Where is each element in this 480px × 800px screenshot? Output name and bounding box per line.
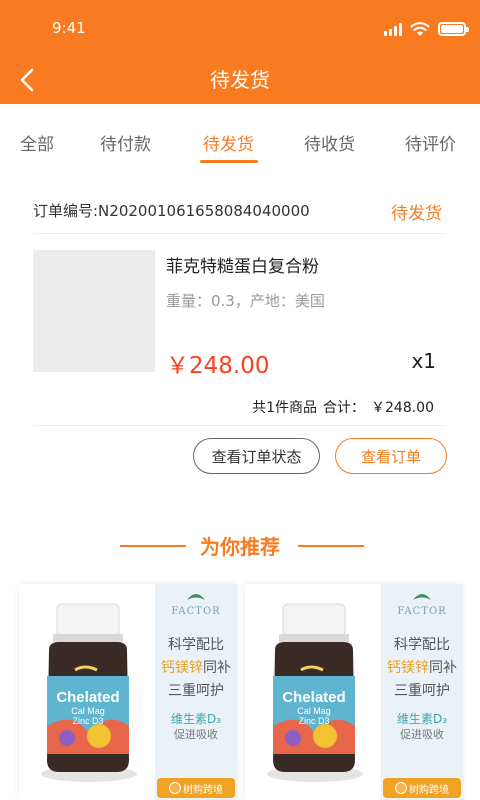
status-time: 9:41 (52, 19, 86, 37)
tab-pending-receipt[interactable]: 待收货 (304, 130, 355, 155)
promo-line: 促进吸收 (400, 728, 444, 741)
svg-text:Cal Mag: Cal Mag (71, 706, 105, 716)
total-value: ￥248.00 (371, 400, 434, 416)
promo-line: 维生素D₃ (396, 712, 448, 726)
order-number: 订单编号:N202001061658084040000 (33, 202, 310, 220)
tab-pending-payment[interactable]: 待付款 (100, 130, 151, 155)
badge-icon (169, 782, 181, 794)
leaf-logo-icon (413, 594, 431, 600)
section-divider-right (298, 545, 364, 547)
status-bar: 9:41 (0, 0, 480, 56)
brand-name: FACTOR (397, 606, 447, 617)
product-quantity: x1 (411, 349, 436, 373)
badge-text: 树购跨境 (183, 784, 223, 796)
order-status: 待发货 (391, 204, 442, 224)
product-price: ￥248.00 (166, 353, 270, 379)
promo-line: 钙镁锌同补 (381, 657, 463, 677)
badge-icon (395, 782, 407, 794)
svg-text:Cal Mag: Cal Mag (297, 706, 331, 716)
tab-pending-review[interactable]: 待评价 (405, 130, 456, 155)
promo-text: 同补 (429, 660, 457, 676)
order-tabs: 全部 待付款 待发货 待收货 待评价 (0, 104, 480, 168)
leaf-logo-icon (187, 594, 205, 600)
signal-icon (384, 22, 402, 36)
status-icons (384, 20, 469, 38)
product-spec: 重量：0.3，产地：美国 (166, 292, 325, 310)
view-order-status-button[interactable]: 查看订单状态 (193, 438, 320, 474)
svg-text:Zinc D3: Zinc D3 (298, 716, 329, 726)
recommend-title: 为你推荐 (200, 535, 280, 559)
promo-line: 促进吸收 (174, 728, 218, 741)
svg-text:Zinc D3: Zinc D3 (72, 716, 103, 726)
tab-pending-shipment[interactable]: 待发货 (203, 130, 254, 155)
view-order-button[interactable]: 查看订单 (335, 438, 447, 474)
page-title: 待发货 (210, 68, 270, 92)
promo-line: 科学配比 (394, 637, 450, 653)
order-total: 共1件商品 合计： ￥248.00 (246, 397, 434, 417)
total-label: 合计： (323, 400, 365, 416)
recommend-card[interactable]: Chelated Cal Mag Zinc D3 FACTOR 科学配比 钙镁锌… (19, 584, 237, 800)
badge-text: 树购跨境 (409, 784, 449, 796)
svg-text:Chelated: Chelated (282, 689, 345, 706)
promo-panel: FACTOR 科学配比 钙镁锌同补 三重呵护 维生素D₃ 促进吸收 树购跨境 (381, 584, 463, 800)
divider (33, 233, 445, 234)
active-tab-indicator (200, 160, 258, 163)
promo-highlight: 钙镁锌 (387, 660, 429, 676)
brand-name: FACTOR (171, 606, 221, 617)
promo-panel: FACTOR 科学配比 钙镁锌同补 三重呵护 维生素D₃ 促进吸收 树购跨境 (155, 584, 237, 800)
promo-highlight: 钙镁锌 (161, 660, 203, 676)
product-image[interactable] (33, 250, 155, 372)
item-count: 共1件商品 (252, 400, 317, 416)
shop-badge: 树购跨境 (157, 778, 235, 798)
promo-line: 三重呵护 (168, 683, 224, 699)
shop-badge: 树购跨境 (383, 778, 461, 798)
promo-line: 科学配比 (168, 637, 224, 653)
promo-text: 同补 (203, 660, 231, 676)
wifi-icon (410, 21, 430, 36)
tab-all[interactable]: 全部 (20, 130, 54, 155)
recommend-card[interactable]: Chelated Cal Mag Zinc D3 FACTOR 科学配比 钙镁锌… (245, 584, 463, 800)
promo-line: 钙镁锌同补 (155, 657, 237, 677)
svg-text:Chelated: Chelated (56, 689, 119, 706)
promo-line: 三重呵护 (394, 683, 450, 699)
divider (33, 425, 445, 426)
header-bar: 9:41 待发货 (0, 0, 480, 104)
product-name[interactable]: 菲克特糙蛋白复合粉 (166, 252, 319, 277)
promo-line: 维生素D₃ (170, 712, 222, 726)
battery-icon (438, 22, 469, 36)
